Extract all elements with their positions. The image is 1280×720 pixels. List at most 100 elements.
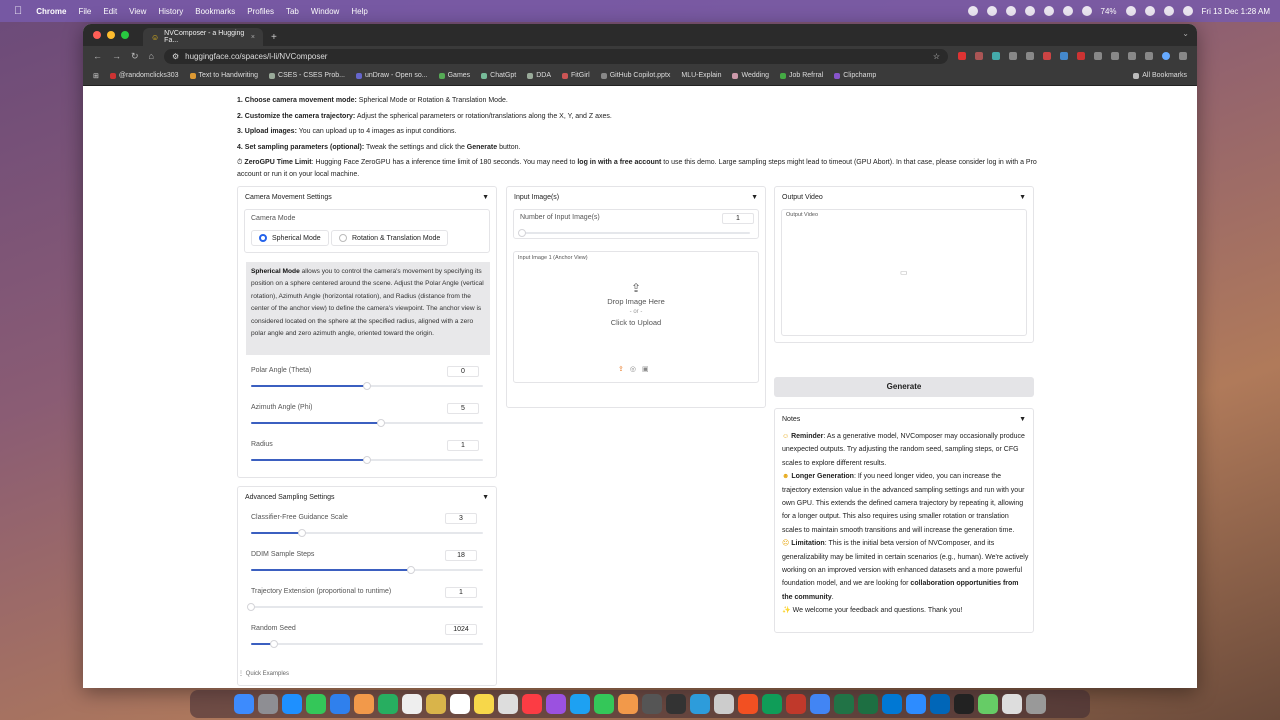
zoom-window-button[interactable] bbox=[121, 31, 129, 39]
bookmark-star-icon[interactable]: ☆ bbox=[933, 52, 940, 61]
new-tab-button[interactable]: + bbox=[271, 32, 277, 43]
azimuth-angle-input[interactable]: 5 bbox=[447, 403, 479, 414]
chrome-icon[interactable] bbox=[810, 694, 830, 714]
download-icon[interactable] bbox=[1128, 52, 1136, 60]
app-store-icon[interactable] bbox=[690, 694, 710, 714]
polar-angle-input[interactable]: 0 bbox=[447, 366, 479, 377]
bookmark-item[interactable]: DDA bbox=[527, 72, 551, 79]
home-icon[interactable]: ⌂ bbox=[149, 51, 154, 61]
webcam-icon[interactable]: ◎ bbox=[630, 365, 636, 373]
powerpoint-icon[interactable] bbox=[786, 694, 806, 714]
trash-icon[interactable] bbox=[1026, 694, 1046, 714]
browser-menu-icon[interactable] bbox=[1179, 52, 1187, 60]
menu-history[interactable]: History bbox=[158, 7, 183, 16]
battery-icon[interactable] bbox=[1125, 6, 1136, 16]
polar-angle-slider[interactable] bbox=[251, 382, 483, 390]
bookmark-item[interactable]: ChatGpt bbox=[481, 72, 516, 79]
random-seed-slider[interactable] bbox=[251, 640, 483, 648]
collapse-caret-icon[interactable]: ▼ bbox=[1019, 416, 1026, 423]
typora-icon[interactable] bbox=[666, 694, 686, 714]
collapse-caret-icon[interactable]: ▼ bbox=[482, 194, 489, 201]
display-icon[interactable] bbox=[1005, 6, 1016, 16]
mail-icon[interactable] bbox=[330, 694, 350, 714]
menu-bookmarks[interactable]: Bookmarks bbox=[195, 7, 235, 16]
wifi-icon[interactable] bbox=[1144, 6, 1155, 16]
vscode-icon[interactable] bbox=[930, 694, 950, 714]
camera-settings-header[interactable]: Camera Movement Settings ▼ bbox=[238, 187, 496, 207]
freeform-icon[interactable] bbox=[498, 694, 518, 714]
tab-nvcomposer[interactable]: ☺ NVComposer - a Hugging Fa... × bbox=[143, 28, 263, 46]
excel-icon[interactable] bbox=[834, 694, 854, 714]
facetime-icon[interactable] bbox=[378, 694, 398, 714]
forward-icon[interactable]: → bbox=[112, 51, 121, 61]
image-upload-area[interactable]: Input Image 1 (Anchor View) ⇪ Drop Image… bbox=[513, 251, 759, 383]
upload-file-icon[interactable]: ⇪ bbox=[618, 365, 624, 373]
numbers-icon[interactable] bbox=[594, 694, 614, 714]
bookmark-item[interactable]: Wedding bbox=[732, 72, 769, 79]
extension-icon[interactable] bbox=[1060, 52, 1068, 60]
extension-icon[interactable] bbox=[1043, 52, 1051, 60]
pages-icon[interactable] bbox=[618, 694, 638, 714]
menu-window[interactable]: Window bbox=[311, 7, 339, 16]
menubar-clock[interactable]: Fri 13 Dec 1:28 AM bbox=[1202, 7, 1270, 16]
bookmark-item[interactable]: @randomclicks303 bbox=[109, 72, 179, 79]
trajectory-extension-input[interactable]: 1 bbox=[445, 587, 477, 598]
photos-icon[interactable] bbox=[354, 694, 374, 714]
number-of-images-input[interactable]: 1 bbox=[722, 213, 754, 224]
radius-slider[interactable] bbox=[251, 456, 483, 464]
extension-icon[interactable] bbox=[975, 52, 983, 60]
extension-icon[interactable] bbox=[1077, 52, 1085, 60]
minimize-window-button[interactable] bbox=[107, 31, 115, 39]
bookmark-item[interactable]: Job Refrral bbox=[780, 72, 823, 79]
bookmark-item[interactable]: unDraw - Open so... bbox=[355, 72, 428, 79]
address-bar[interactable]: ⚙ huggingface.co/spaces/l-li/NVComposer … bbox=[163, 48, 948, 64]
record-icon[interactable] bbox=[967, 6, 978, 16]
menu-edit[interactable]: Edit bbox=[103, 7, 117, 16]
profile-avatar[interactable] bbox=[1162, 52, 1170, 60]
bookmark-item[interactable]: Text to Handwriting bbox=[189, 72, 258, 79]
input-images-header[interactable]: Input Image(s) ▼ bbox=[507, 187, 765, 207]
random-seed-input[interactable]: 1024 bbox=[445, 624, 477, 635]
reload-icon[interactable]: ↻ bbox=[131, 51, 139, 62]
music-icon[interactable] bbox=[522, 694, 542, 714]
link-icon[interactable] bbox=[1043, 6, 1054, 16]
menu-file[interactable]: File bbox=[78, 7, 91, 16]
podcasts-icon[interactable] bbox=[546, 694, 566, 714]
output-video-header[interactable]: Output Video ▼ bbox=[775, 187, 1033, 207]
edge-icon[interactable] bbox=[762, 694, 782, 714]
timer-icon[interactable] bbox=[1081, 6, 1092, 16]
bookmark-item[interactable]: FitGirl bbox=[562, 72, 590, 79]
ddim-steps-input[interactable]: 18 bbox=[445, 550, 477, 561]
bookmark-item[interactable]: Games bbox=[438, 72, 470, 79]
system-settings-icon[interactable] bbox=[714, 694, 734, 714]
trajectory-extension-slider[interactable] bbox=[247, 603, 483, 611]
generate-button[interactable]: Generate bbox=[774, 377, 1034, 397]
clipboard-icon[interactable]: ▣ bbox=[642, 365, 649, 373]
lock-icon[interactable] bbox=[986, 6, 997, 16]
menu-app-name[interactable]: Chrome bbox=[36, 7, 66, 16]
documents-icon[interactable] bbox=[1002, 694, 1022, 714]
cfg-scale-slider[interactable] bbox=[251, 529, 483, 537]
play-icon[interactable] bbox=[1062, 6, 1073, 16]
radio-rotation-translation-mode[interactable]: Rotation & Translation Mode bbox=[331, 230, 449, 246]
extensions-puzzle-icon[interactable] bbox=[1111, 52, 1119, 60]
extension-icon[interactable] bbox=[1026, 52, 1034, 60]
close-window-button[interactable] bbox=[93, 31, 101, 39]
safari-icon[interactable] bbox=[282, 694, 302, 714]
radius-input[interactable]: 1 bbox=[447, 440, 479, 451]
collapse-caret-icon[interactable]: ▼ bbox=[751, 194, 758, 201]
finder-icon[interactable] bbox=[234, 694, 254, 714]
github-desktop-icon[interactable] bbox=[642, 694, 662, 714]
collapse-caret-icon[interactable]: ▼ bbox=[1019, 194, 1026, 201]
extension-icon[interactable] bbox=[1094, 52, 1102, 60]
site-info-icon[interactable]: ⚙ bbox=[172, 52, 179, 61]
spotlight-icon[interactable] bbox=[1163, 6, 1174, 16]
menu-profiles[interactable]: Profiles bbox=[247, 7, 274, 16]
number-of-images-slider[interactable] bbox=[518, 229, 750, 237]
keynote-icon[interactable] bbox=[570, 694, 590, 714]
notes-header[interactable]: Notes ▼ bbox=[775, 409, 1033, 429]
tab-close-icon[interactable]: × bbox=[251, 34, 255, 41]
outlook-icon[interactable] bbox=[882, 694, 902, 714]
bookmark-item[interactable]: GitHub Copilot.pptx bbox=[600, 72, 670, 79]
bookmark-item[interactable]: MLU-Explain bbox=[681, 72, 721, 79]
